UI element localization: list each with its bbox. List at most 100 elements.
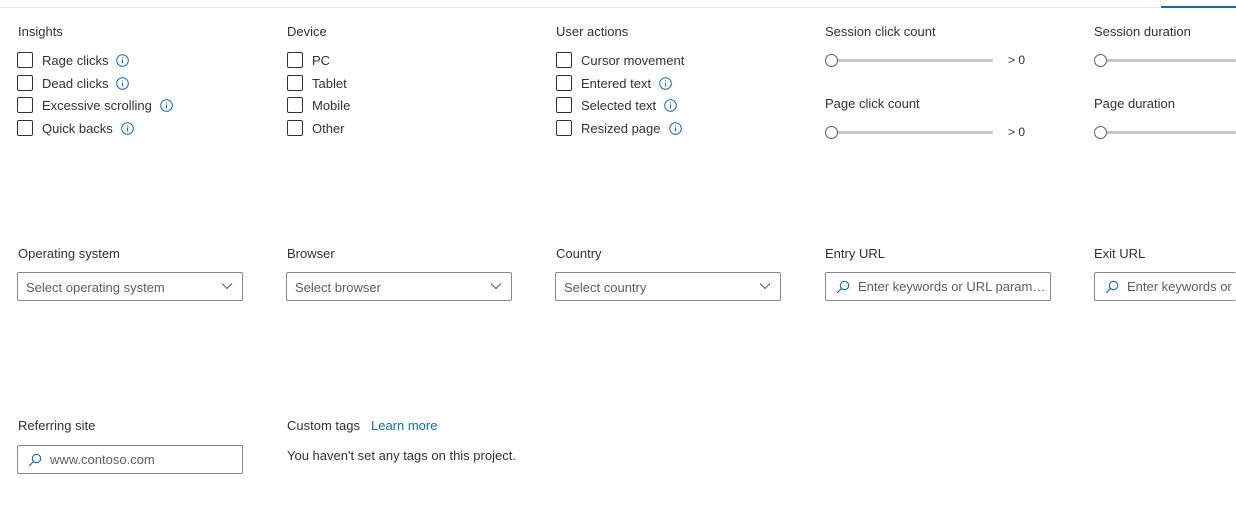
search-icon (836, 280, 850, 294)
page-duration-title: Page duration (1094, 96, 1175, 111)
checkbox-box[interactable] (17, 75, 33, 91)
slider-track[interactable] (831, 131, 993, 134)
browser-dropdown[interactable]: Select browser (286, 272, 512, 301)
custom-tags-title: Custom tags (287, 418, 360, 433)
slider-thumb[interactable] (1094, 54, 1107, 67)
learn-more-link[interactable]: Learn more (371, 418, 437, 433)
entry-url-section: Entry URL (825, 246, 885, 262)
info-icon[interactable] (121, 121, 134, 135)
checkbox-label: PC (312, 52, 331, 68)
exit-url-section: Exit URL (1094, 246, 1145, 262)
session-click-count-section: Session click count (825, 24, 936, 40)
checkbox-box[interactable] (287, 97, 303, 113)
session-duration-section: Session duration (1094, 24, 1191, 40)
checkbox-quick-backs[interactable]: Quick backs (17, 119, 134, 137)
entry-url-input[interactable] (858, 273, 1046, 300)
exit-url-search-box[interactable] (1094, 272, 1236, 301)
user-actions-section: User actions (556, 24, 628, 40)
checkbox-box[interactable] (287, 120, 303, 136)
checkbox-label: Entered text (581, 75, 652, 91)
checkbox-label: Resized page (581, 120, 661, 136)
slider-thumb[interactable] (825, 54, 838, 67)
checkbox-box[interactable] (17, 97, 33, 113)
page-click-count-slider[interactable]: > 0 (825, 125, 1045, 139)
exit-url-title: Exit URL (1094, 246, 1146, 261)
custom-tags-section: Custom tags Learn more (287, 418, 437, 434)
checkbox-label: Cursor movement (581, 52, 685, 68)
checkbox-excessive-scrolling[interactable]: Excessive scrolling (17, 96, 173, 114)
user-actions-title: User actions (556, 24, 629, 39)
header-divider (0, 7, 1236, 8)
checkbox-pc[interactable]: PC (287, 51, 330, 69)
chevron-down-icon (490, 283, 502, 290)
custom-tags-empty-state: You haven't set any tags on this project… (287, 447, 516, 465)
session-click-count-slider[interactable]: > 0 (825, 53, 1045, 67)
session-duration-title: Session duration (1094, 24, 1191, 39)
checkbox-box[interactable] (556, 52, 572, 68)
page-click-count-section: Page click count (825, 96, 920, 112)
device-title: Device (287, 24, 327, 39)
checkbox-box[interactable] (556, 75, 572, 91)
country-dropdown[interactable]: Select country (555, 272, 781, 301)
insights-title: Insights (18, 24, 63, 39)
referring-site-section: Referring site (18, 418, 95, 434)
page-click-count-title: Page click count (825, 96, 920, 111)
insights-section: Insights (18, 24, 63, 40)
exit-url-input[interactable] (1127, 273, 1236, 300)
checkbox-rage-clicks[interactable]: Rage clicks (17, 51, 130, 69)
checkbox-box[interactable] (17, 52, 33, 68)
info-icon[interactable] (664, 98, 677, 112)
checkbox-label: Excessive scrolling (42, 97, 152, 113)
device-section: Device (287, 24, 327, 40)
checkbox-box[interactable] (556, 120, 572, 136)
primary-action-button-edge[interactable] (1161, 6, 1236, 8)
checkbox-mobile[interactable]: Mobile (287, 96, 350, 114)
country-title: Country (556, 246, 602, 261)
referring-site-search-box[interactable] (17, 445, 243, 474)
info-icon[interactable] (668, 121, 682, 135)
checkbox-box[interactable] (556, 97, 572, 113)
info-icon[interactable] (116, 53, 130, 67)
dropdown-placeholder: Select browser (295, 280, 381, 295)
entry-url-search-box[interactable] (825, 272, 1051, 301)
search-icon (1105, 280, 1119, 294)
slider-thumb[interactable] (825, 126, 838, 139)
chevron-down-icon (759, 283, 771, 290)
operating-system-section: Operating system (18, 246, 120, 262)
info-icon[interactable] (659, 76, 672, 90)
checkbox-label: Dead clicks (42, 75, 109, 91)
checkbox-tablet[interactable]: Tablet (287, 74, 347, 92)
info-icon[interactable] (116, 76, 130, 90)
page-duration-slider[interactable] (1094, 125, 1236, 139)
slider-track[interactable] (1100, 131, 1236, 134)
checkbox-entered-text[interactable]: Entered text (556, 74, 672, 92)
slider-thumb[interactable] (1094, 126, 1107, 139)
dropdown-placeholder: Select operating system (26, 280, 165, 295)
referring-site-input[interactable] (50, 446, 238, 473)
checkbox-resized-page[interactable]: Resized page (556, 119, 682, 137)
page-duration-section: Page duration (1094, 96, 1175, 112)
checkbox-dead-clicks[interactable]: Dead clicks (17, 74, 130, 92)
checkbox-cursor-movement[interactable]: Cursor movement (556, 51, 684, 69)
checkbox-label: Mobile (312, 97, 351, 113)
info-icon[interactable] (160, 98, 173, 112)
referring-site-title: Referring site (18, 418, 96, 433)
checkbox-label: Other (312, 120, 345, 136)
checkbox-other[interactable]: Other (287, 119, 345, 137)
checkbox-selected-text[interactable]: Selected text (556, 96, 677, 114)
session-duration-slider[interactable] (1094, 53, 1236, 67)
checkbox-box[interactable] (287, 75, 303, 91)
custom-tags-empty-message: You haven't set any tags on this project… (287, 448, 516, 463)
checkbox-label: Tablet (312, 75, 347, 91)
checkbox-box[interactable] (287, 52, 303, 68)
slider-value: > 0 (1008, 125, 1026, 139)
dropdown-placeholder: Select country (564, 280, 647, 295)
operating-system-dropdown[interactable]: Select operating system (17, 272, 243, 301)
browser-title: Browser (287, 246, 335, 261)
slider-track[interactable] (1100, 59, 1236, 62)
checkbox-box[interactable] (17, 120, 33, 136)
search-icon (28, 453, 42, 467)
session-click-count-title: Session click count (825, 24, 936, 39)
slider-track[interactable] (831, 59, 993, 62)
browser-section: Browser (287, 246, 335, 262)
